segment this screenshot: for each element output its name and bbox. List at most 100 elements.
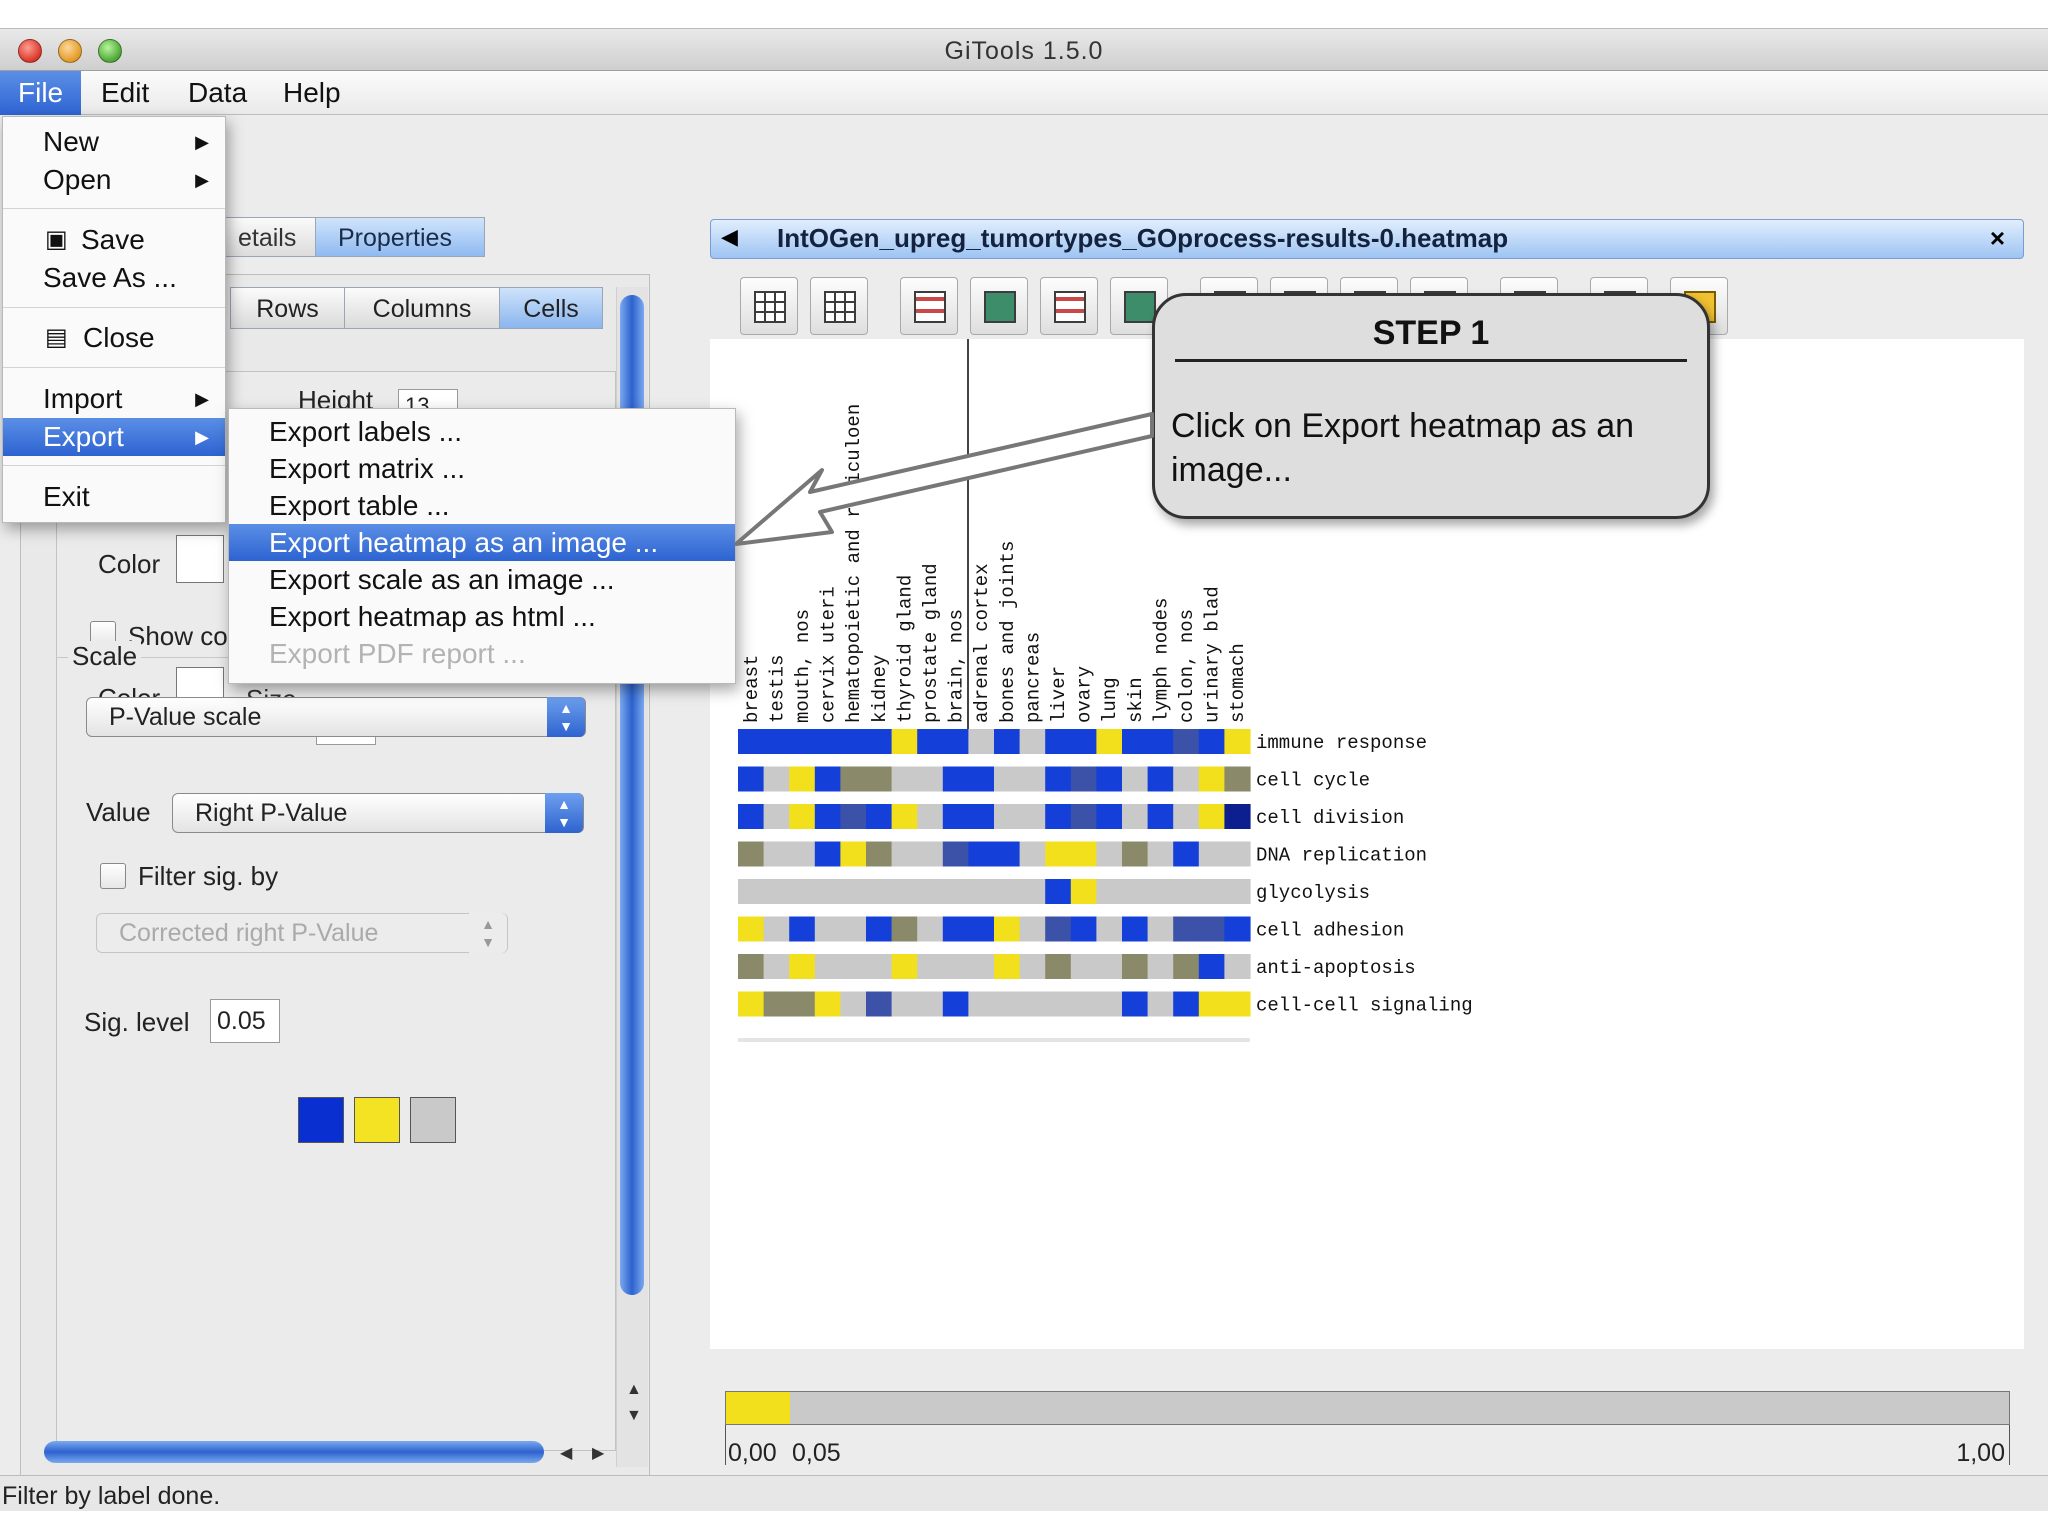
segment-columns[interactable]: Columns	[344, 287, 500, 329]
row-label[interactable]: cell cycle	[1256, 770, 1370, 792]
heatmap-cell[interactable]	[1224, 916, 1251, 942]
heatmap-cell[interactable]	[866, 954, 893, 979]
grid-columns-button[interactable]	[740, 277, 798, 335]
heatmap-cell[interactable]	[1198, 991, 1225, 1017]
heatmap-cell[interactable]	[891, 916, 918, 942]
heatmap-cell[interactable]	[840, 729, 867, 754]
row-label[interactable]: immune response	[1256, 732, 1427, 754]
heatmap-cell[interactable]	[789, 916, 816, 942]
heatmap-cell[interactable]	[968, 916, 995, 942]
tab-details[interactable]: etails	[215, 217, 315, 257]
heatmap-cell[interactable]	[1096, 916, 1123, 942]
heatmap-cell[interactable]	[891, 991, 918, 1017]
heatmap-cell[interactable]	[891, 879, 918, 904]
heatmap-cell[interactable]	[840, 954, 867, 979]
heatmap-cell[interactable]	[738, 766, 765, 792]
select-columns-button[interactable]	[900, 277, 958, 335]
filter-select[interactable]: Corrected right P-Value ▲ ▼	[96, 913, 508, 953]
menu-item-export-scale-image[interactable]: Export scale as an image ...	[229, 561, 735, 598]
heatmap-cell[interactable]	[1147, 841, 1174, 867]
heatmap-cell[interactable]	[968, 766, 995, 792]
row-label[interactable]: cell-cell signaling	[1256, 995, 1473, 1017]
heatmap-cell[interactable]	[1096, 841, 1123, 867]
column-label[interactable]: thyroid gland	[894, 575, 916, 723]
heatmap-cell[interactable]	[1173, 804, 1200, 829]
heatmap-cell[interactable]	[1096, 804, 1123, 829]
select-rows-button[interactable]	[1040, 277, 1098, 335]
row-label[interactable]: anti-apoptosis	[1256, 957, 1416, 979]
heatmap-cell[interactable]	[1122, 916, 1149, 942]
heatmap-cell[interactable]	[917, 916, 944, 942]
heatmap-cell[interactable]	[1019, 991, 1046, 1017]
heatmap-cell[interactable]	[1070, 954, 1097, 979]
heatmap-cell[interactable]	[1045, 729, 1072, 754]
heatmap-cell[interactable]	[763, 841, 790, 867]
heatmap-cell[interactable]	[840, 879, 867, 904]
heatmap-cell[interactable]	[942, 841, 969, 867]
heatmap-cell[interactable]	[789, 766, 816, 792]
heatmap-cell[interactable]	[891, 804, 918, 829]
heatmap-cell[interactable]	[1096, 879, 1123, 904]
column-label[interactable]: kidney	[869, 655, 891, 723]
heatmap-cell[interactable]	[917, 954, 944, 979]
heatmap-cell[interactable]	[1045, 954, 1072, 979]
heatmap-cell[interactable]	[763, 991, 790, 1017]
menu-item-export[interactable]: Export ▶	[3, 418, 225, 456]
mid-color-swatch[interactable]	[354, 1097, 400, 1143]
menu-item-export-matrix[interactable]: Export matrix ...	[229, 450, 735, 487]
heatmap-cell[interactable]	[763, 954, 790, 979]
column-label[interactable]: colon, nos	[1176, 609, 1198, 723]
heatmap-cell[interactable]	[1070, 841, 1097, 867]
column-label[interactable]: mouth, nos	[792, 609, 814, 723]
menu-item-export-heatmap-html[interactable]: Export heatmap as html ...	[229, 598, 735, 635]
select-all-button[interactable]	[970, 277, 1028, 335]
menu-item-close[interactable]: ▤ Close	[3, 319, 225, 357]
heatmap-cell[interactable]	[1096, 991, 1123, 1017]
heatmap-cell[interactable]	[866, 916, 893, 942]
heatmap-cell[interactable]	[1224, 766, 1251, 792]
heatmap-cell[interactable]	[1198, 879, 1225, 904]
column-label[interactable]: pancreas	[1022, 632, 1044, 723]
heatmap-cell[interactable]	[1122, 729, 1149, 754]
heatmap-cell[interactable]	[1224, 841, 1251, 867]
heatmap-cell[interactable]	[1070, 766, 1097, 792]
heatmap-cell[interactable]	[891, 841, 918, 867]
heatmap-cell[interactable]	[1147, 879, 1174, 904]
heatmap-cell[interactable]	[738, 916, 765, 942]
heatmap-cell[interactable]	[942, 729, 969, 754]
heatmap-cell[interactable]	[994, 954, 1021, 979]
menu-item-export-pdf-report[interactable]: Export PDF report ...	[229, 635, 735, 672]
heatmap-cell[interactable]	[1147, 991, 1174, 1017]
heatmap-cell[interactable]	[866, 766, 893, 792]
row-label[interactable]: cell adhesion	[1256, 920, 1404, 942]
heatmap-cell[interactable]	[1096, 954, 1123, 979]
menu-item-export-labels[interactable]: Export labels ...	[229, 413, 735, 450]
heatmap-cell[interactable]	[866, 729, 893, 754]
menu-item-new[interactable]: New ▶	[3, 123, 225, 161]
heatmap-cell[interactable]	[1173, 841, 1200, 867]
heatmap-cell[interactable]	[1147, 766, 1174, 792]
heatmap-cell[interactable]	[994, 879, 1021, 904]
heatmap-cell[interactable]	[942, 766, 969, 792]
heatmap-cell[interactable]	[994, 804, 1021, 829]
heatmap-cell[interactable]	[1122, 954, 1149, 979]
grid-rows-button[interactable]	[810, 277, 868, 335]
heatmap-cell[interactable]	[814, 729, 841, 754]
scroll-down-icon[interactable]: ▼	[626, 1407, 642, 1425]
heatmap-cell[interactable]	[1019, 804, 1046, 829]
heatmap-cell[interactable]	[968, 991, 995, 1017]
heatmap-cell[interactable]	[814, 916, 841, 942]
menu-item-open[interactable]: Open ▶	[3, 161, 225, 199]
heatmap-cell[interactable]	[1122, 766, 1149, 792]
heatmap-cell[interactable]	[968, 879, 995, 904]
heatmap-cell[interactable]	[1122, 879, 1149, 904]
value-select[interactable]: Right P-Value ▲ ▼	[172, 793, 584, 833]
sig-color-swatch[interactable]	[298, 1097, 344, 1143]
heatmap-cell[interactable]	[1224, 991, 1251, 1017]
heatmap-cell[interactable]	[968, 804, 995, 829]
column-label[interactable]: lymph nodes	[1150, 598, 1172, 723]
heatmap-cell[interactable]	[738, 729, 765, 754]
column-label[interactable]: lung	[1099, 677, 1121, 723]
heatmap-cell[interactable]	[1096, 729, 1123, 754]
scroll-left-icon[interactable]: ◀	[560, 1443, 572, 1463]
